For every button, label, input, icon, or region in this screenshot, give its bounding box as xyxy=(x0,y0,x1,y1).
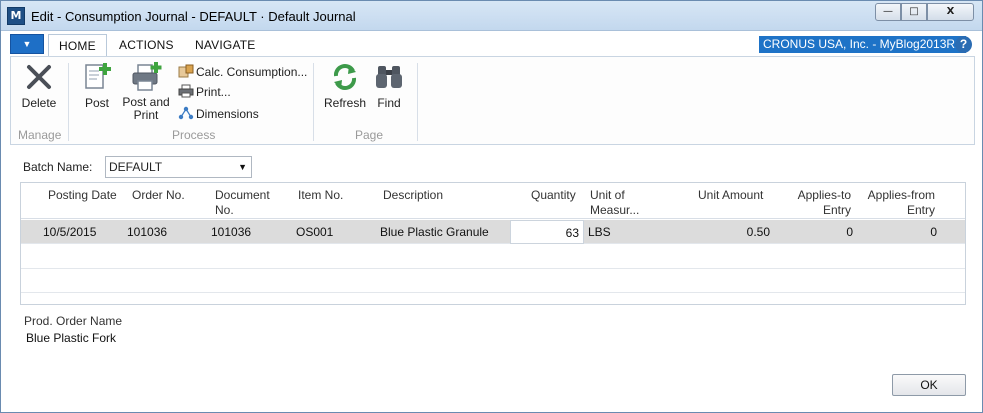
calc-consumption-button[interactable]: Calc. Consumption... xyxy=(178,63,307,81)
prod-order-name-value: Blue Plastic Fork xyxy=(26,331,117,345)
post-button[interactable]: Post xyxy=(79,61,115,110)
help-icon[interactable]: ? xyxy=(955,36,972,53)
ok-button[interactable]: OK xyxy=(892,374,966,396)
prod-order-name-label: Prod. Order Name xyxy=(24,314,123,328)
table-row-empty[interactable] xyxy=(21,245,965,269)
cell-description[interactable]: Blue Plastic Granule xyxy=(380,225,489,239)
post-print-icon xyxy=(132,62,162,91)
col-item-no[interactable]: Item No. xyxy=(298,188,343,203)
print-label: Print... xyxy=(196,85,231,99)
col-applies-from-line2: Entry xyxy=(906,203,935,217)
col-document-no-line1: Document xyxy=(215,188,270,202)
batch-name-value: DEFAULT xyxy=(109,160,163,174)
refresh-button[interactable]: Refresh xyxy=(323,61,367,110)
quantity-input[interactable]: 63 xyxy=(510,220,584,244)
binoculars-icon xyxy=(376,66,402,88)
cell-applies-to[interactable]: 0 xyxy=(821,225,853,239)
calc-consumption-label: Calc. Consumption... xyxy=(196,65,308,79)
post-and-print-button[interactable]: Post and Print xyxy=(119,61,173,122)
col-applies-from-line1: Applies-from xyxy=(867,188,935,202)
cell-item-no[interactable]: OS001 xyxy=(296,225,333,239)
window-title: Edit - Consumption Journal - DEFAULT · D… xyxy=(31,9,356,24)
post-icon xyxy=(85,63,111,89)
cell-applies-from[interactable]: 0 xyxy=(901,225,937,239)
table-row[interactable]: 10/5/2015 101036 101036 OS001 Blue Plast… xyxy=(21,220,965,244)
col-applies-to-entry[interactable]: Applies-to Entry xyxy=(795,188,851,218)
table-row-empty[interactable] xyxy=(21,269,965,293)
app-menu-button[interactable]: ▼ xyxy=(10,34,44,54)
delete-label: Delete xyxy=(21,96,57,110)
dimensions-icon xyxy=(178,106,194,120)
journal-lines-grid: Posting Date Order No. Document No. Item… xyxy=(20,182,966,305)
cell-order-no[interactable]: 101036 xyxy=(127,225,167,239)
col-order-no[interactable]: Order No. xyxy=(132,188,185,203)
refresh-label: Refresh xyxy=(323,96,367,110)
col-quantity[interactable]: Quantity xyxy=(531,188,576,203)
chevron-down-icon: ▼ xyxy=(238,162,247,172)
cell-document-no[interactable]: 101036 xyxy=(211,225,251,239)
cell-unit-amount[interactable]: 0.50 xyxy=(721,225,770,239)
dynamics-nav-logo-icon: M xyxy=(7,7,25,25)
col-unit-of-measure[interactable]: Unit of Measur... xyxy=(590,188,639,218)
dimensions-button[interactable]: Dimensions xyxy=(178,105,259,123)
title-bar: M Edit - Consumption Journal - DEFAULT ·… xyxy=(1,1,982,31)
group-label-process: Process xyxy=(172,128,216,142)
batch-name-label: Batch Name: xyxy=(23,160,93,174)
cell-quantity: 63 xyxy=(565,226,579,240)
calc-consumption-icon xyxy=(178,64,194,78)
group-label-page: Page xyxy=(355,128,384,142)
col-description[interactable]: Description xyxy=(383,188,443,203)
maximize-button[interactable]: □ xyxy=(901,3,927,21)
find-button[interactable]: Find xyxy=(372,61,406,110)
delete-button[interactable]: Delete xyxy=(17,61,61,110)
post-and-print-label-2: Print xyxy=(133,108,159,122)
ribbon: Delete Manage Post Post and Print Calc. … xyxy=(10,56,975,145)
close-button[interactable]: X xyxy=(927,3,974,21)
company-name: CRONUS USA, Inc. - MyBlog2013R2 xyxy=(759,36,966,53)
tab-home[interactable]: HOME xyxy=(48,34,107,56)
refresh-icon xyxy=(333,64,357,90)
group-label-manage: Manage xyxy=(18,128,62,142)
col-applies-to-line2: Entry xyxy=(822,203,851,217)
tab-navigate[interactable]: NAVIGATE xyxy=(185,34,266,56)
ribbon-separator xyxy=(68,63,69,141)
minimize-button[interactable]: — xyxy=(875,3,901,21)
journal-window: M Edit - Consumption Journal - DEFAULT ·… xyxy=(0,0,983,413)
printer-icon xyxy=(178,84,194,98)
cell-posting-date[interactable]: 10/5/2015 xyxy=(43,225,96,239)
col-unit-amount[interactable]: Unit Amount xyxy=(698,188,763,203)
grid-header: Posting Date Order No. Document No. Item… xyxy=(21,183,965,219)
col-posting-date[interactable]: Posting Date xyxy=(48,188,117,203)
cell-unit[interactable]: LBS xyxy=(588,225,611,239)
delete-x-icon xyxy=(27,65,51,89)
ribbon-separator xyxy=(417,63,418,141)
col-document-no[interactable]: Document No. xyxy=(215,188,270,218)
find-label: Find xyxy=(377,96,401,110)
post-label: Post xyxy=(84,96,109,110)
col-applies-from-entry[interactable]: Applies-from Entry xyxy=(863,188,935,218)
col-applies-to-line1: Applies-to xyxy=(797,188,851,202)
batch-name-dropdown[interactable]: DEFAULT ▼ xyxy=(105,156,252,178)
col-document-no-line2: No. xyxy=(215,203,234,217)
col-unit-line2: Measur... xyxy=(590,203,640,217)
post-and-print-label-1: Post and xyxy=(122,95,170,109)
print-button[interactable]: Print... xyxy=(178,83,231,101)
ribbon-tab-strip: ▼ HOME ACTIONS NAVIGATE CRONUS USA, Inc.… xyxy=(10,32,975,56)
ribbon-separator xyxy=(313,63,314,141)
tab-actions[interactable]: ACTIONS xyxy=(109,34,184,56)
col-unit-line1: Unit of xyxy=(590,188,625,202)
dimensions-label: Dimensions xyxy=(196,107,259,121)
